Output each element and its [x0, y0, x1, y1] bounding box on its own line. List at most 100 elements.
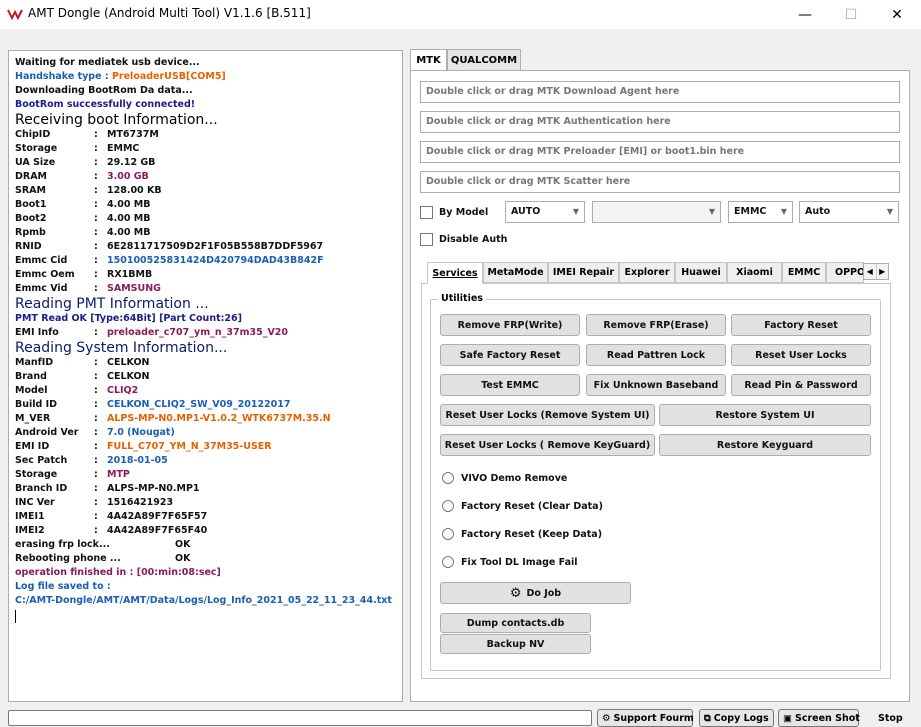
log-info-row: M_VER: ALPS-MP-N0.MP1-V1.0.2_WTK6737M.35.… [15, 413, 395, 426]
info-value: 4A42A89F7F65F40 [107, 525, 208, 536]
log-line: operation finished in : [00:min:08:sec] [15, 567, 221, 578]
status-value: OK [175, 553, 191, 564]
tab-scroll-arrows[interactable]: ◀ ▶ [863, 263, 889, 280]
factory-reset-keep-radio[interactable] [442, 528, 454, 540]
chevron-down-icon: ▼ [886, 207, 893, 216]
minimize-button[interactable]: — [782, 0, 828, 29]
fix-tool-dl-radio[interactable] [442, 556, 454, 568]
info-value: 6E2811717509D2F1F05B558B7DDF5967 [107, 241, 324, 252]
factory-reset-clear-radio[interactable] [442, 500, 454, 512]
log-heading-text: Reading PMT Information ... [15, 296, 209, 312]
info-value: EMMC [107, 143, 140, 154]
info-value: RX1BMB [107, 269, 153, 280]
vivo-demo-remove-radio[interactable] [442, 472, 454, 484]
scatter-field[interactable]: Double click or drag MTK Scatter here [420, 171, 900, 193]
info-colon: : [94, 525, 98, 536]
by-model-checkbox[interactable] [420, 206, 433, 219]
log-panel[interactable]: Waiting for mediatek usb device... Handsh… [8, 50, 403, 702]
authentication-field[interactable]: Double click or drag MTK Authentication … [420, 111, 900, 133]
utilities-title: Utilities [438, 293, 486, 304]
restore-system-ui-button[interactable]: Restore System UI [659, 404, 871, 426]
mode-combo[interactable]: Auto ▼ [799, 201, 899, 223]
info-colon: : [94, 371, 98, 382]
window-title: AMT Dongle (Android Multi Tool) V1.1.6 [… [28, 6, 311, 20]
vivo-demo-remove-label: VIVO Demo Remove [461, 473, 568, 484]
remove-frp-write-button[interactable]: Remove FRP(Write) [440, 314, 580, 336]
subtab-metamode[interactable]: MetaMode [483, 262, 548, 283]
subtab-explorer[interactable]: Explorer [619, 262, 675, 283]
log-text: Waiting for mediatek usb device... [15, 57, 200, 68]
disable-auth-checkbox[interactable] [420, 233, 433, 246]
info-colon: : [94, 357, 98, 368]
close-button[interactable]: ✕ [874, 0, 920, 29]
test-emmc-button[interactable]: Test EMMC [440, 374, 580, 396]
info-colon: : [94, 157, 98, 168]
status-key: erasing frp lock... [15, 539, 110, 550]
safe-factory-reset-button[interactable]: Safe Factory Reset [440, 344, 580, 366]
stop-button[interactable]: Stop [864, 709, 912, 727]
log-info-row: Build ID: CELKON_CLIQ2_SW_V09_20122017 [15, 399, 395, 412]
reset-user-locks-button[interactable]: Reset User Locks [731, 344, 871, 366]
info-colon: : [94, 213, 98, 224]
tab-qualcomm[interactable]: QUALCOMM [447, 49, 521, 70]
saved-path: C:/AMT-Dongle/AMT/AMT/Data/Logs/Log_Info… [15, 595, 392, 606]
disable-auth-label: Disable Auth [439, 234, 508, 245]
do-job-button[interactable]: ⚙ Do Job [440, 582, 631, 604]
info-colon: : [94, 269, 98, 280]
chevron-left-icon[interactable]: ◀ [864, 264, 877, 279]
support-forum-button[interactable]: ⚙ Support Fourm [597, 709, 694, 727]
log-line: BootRom successfully connected! [15, 99, 195, 110]
info-colon: : [94, 129, 98, 140]
log-info-row: ChipID: MT6737M [15, 129, 395, 142]
subtab-imei-repair[interactable]: IMEI Repair [548, 262, 619, 283]
factory-reset-button[interactable]: Factory Reset [731, 314, 871, 336]
do-job-label: Do Job [526, 587, 562, 599]
log-info-row: IMEI2:4A42A89F7F65F40 [15, 525, 395, 538]
preloader-field[interactable]: Double click or drag MTK Preloader [EMI]… [420, 141, 900, 163]
backup-nv-button[interactable]: Backup NV [440, 634, 591, 654]
info-value: ALPS-MP-N0.MP1-V1.0.2_WTK6737M.35.N [107, 413, 331, 424]
read-pin-password-button[interactable]: Read Pin & Password [731, 374, 871, 396]
model-list-combo[interactable]: ▼ [592, 201, 721, 223]
subtab-oppo[interactable]: OPPO [826, 262, 864, 283]
info-value: 29.12 GB [107, 157, 156, 168]
log-text: Handshake type : [15, 71, 112, 82]
screen-shot-button[interactable]: ▣ Screen Shot [778, 709, 860, 727]
reset-user-locks-remove-keyguard-button[interactable]: Reset User Locks ( Remove KeyGuard) [440, 434, 655, 456]
tab-mtk[interactable]: MTK [410, 49, 447, 71]
subtab-xiaomi[interactable]: Xiaomi [727, 262, 782, 283]
log-info-row: ManfID: CELKON [15, 357, 395, 370]
log-info-row: Model: CLIQ2 [15, 385, 395, 398]
storage-combo[interactable]: EMMC ▼ [728, 201, 793, 223]
subtab-emmc[interactable]: EMMC [782, 262, 826, 283]
app-logo-icon [7, 9, 23, 20]
remove-frp-erase-button[interactable]: Remove FRP(Erase) [586, 314, 726, 336]
log-info-row: Sec Patch:2018-01-05 [15, 455, 395, 468]
chevron-down-icon: ▼ [780, 207, 787, 216]
info-key: Sec Patch [15, 455, 68, 466]
log-info-row: SRAM:128.00 KB [15, 185, 395, 198]
reset-user-locks-remove-system-ui-button[interactable]: Reset User Locks (Remove System UI) [440, 404, 655, 426]
info-key: UA Size [15, 157, 56, 168]
log-info-row: Branch ID: ALPS-MP-N0.MP1 [15, 483, 395, 496]
chevron-right-icon[interactable]: ▶ [877, 264, 889, 279]
info-colon: : [94, 171, 98, 182]
subtab-services[interactable]: Services [427, 262, 483, 284]
by-model-label: By Model [439, 207, 489, 218]
maximize-button[interactable]: ☐ [828, 0, 874, 29]
model-combo[interactable]: AUTO ▼ [505, 201, 585, 223]
log-info-row: Brand: CELKON [15, 371, 395, 384]
copy-logs-button[interactable]: ⧉ Copy Logs [699, 709, 774, 727]
read-pattern-lock-button[interactable]: Read Pattren Lock [586, 344, 726, 366]
download-agent-field[interactable]: Double click or drag MTK Download Agent … [420, 81, 900, 103]
info-value: 4A42A89F7F65F57 [107, 511, 208, 522]
finished-text: operation finished in : [00:min:08:sec] [15, 567, 221, 578]
info-colon: : [94, 199, 98, 210]
subtab-huawei[interactable]: Huawei [675, 262, 727, 283]
dump-contacts-button[interactable]: Dump contacts.db [440, 613, 591, 633]
info-colon: : [94, 227, 98, 238]
fix-unknown-baseband-button[interactable]: Fix Unknown Baseband [586, 374, 726, 396]
restore-keyguard-button[interactable]: Restore Keyguard [659, 434, 871, 456]
info-key: INC Ver [15, 497, 55, 508]
info-colon: : [94, 469, 98, 480]
